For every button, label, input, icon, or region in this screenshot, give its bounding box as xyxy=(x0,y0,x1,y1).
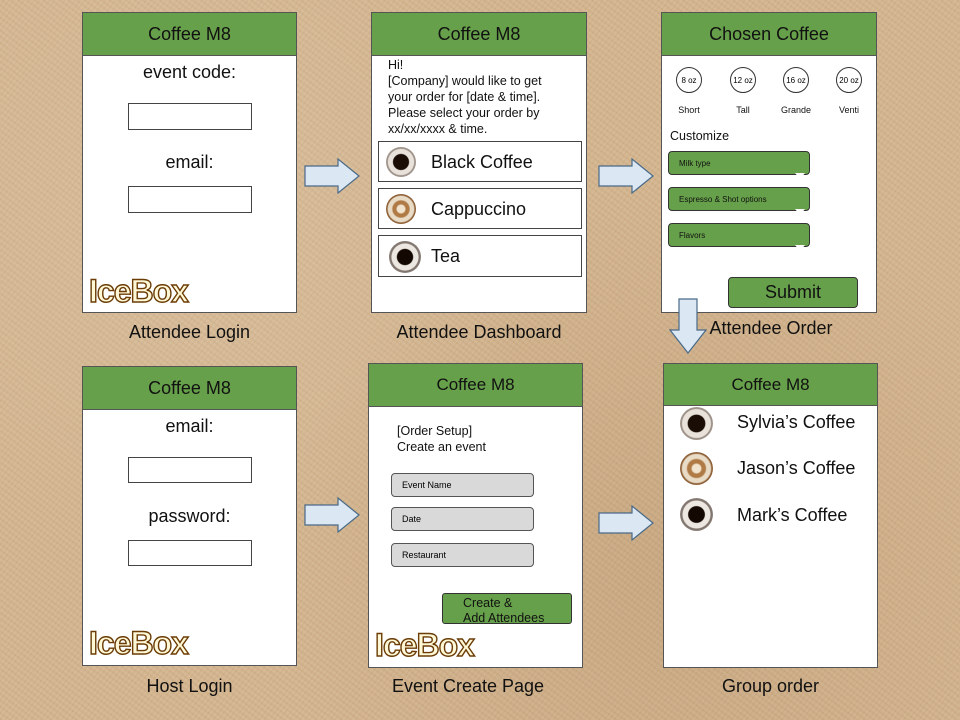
menu-item-black-coffee[interactable]: Black Coffee xyxy=(378,141,582,182)
size-20oz-button[interactable]: 20 oz xyxy=(836,67,862,93)
espresso-options-dropdown[interactable]: Espresso & Shot options xyxy=(668,187,810,215)
app-header: Coffee M8 xyxy=(83,367,296,410)
size-name-label: Venti xyxy=(838,105,860,115)
attendee-order-screen: Chosen Coffee 8 oz 12 oz 16 oz 20 oz Sho… xyxy=(661,12,877,313)
size-8oz-button[interactable]: 8 oz xyxy=(676,67,702,93)
cappuccino-cup-icon xyxy=(680,452,713,485)
event-create-screen: Coffee M8 [Order Setup] Create an event … xyxy=(368,363,583,668)
menu-item-label: Cappuccino xyxy=(431,199,527,219)
message-line: Please select your order by xyxy=(388,106,540,120)
icebox-logo: IceBox xyxy=(88,624,189,661)
message-line: your order for [date & time]. xyxy=(388,90,541,104)
group-order-caption: Group order xyxy=(721,676,820,696)
email-label: email: xyxy=(165,152,214,172)
greeting-text: Hi! xyxy=(388,58,404,72)
menu-item-label: Black Coffee xyxy=(431,152,533,172)
email-input[interactable] xyxy=(128,457,252,483)
attendee-dashboard-caption: Attendee Dashboard xyxy=(396,322,562,342)
submit-button[interactable]: Submit xyxy=(728,277,858,308)
host-login-screen: Coffee M8 email: password: IceBox xyxy=(82,366,297,666)
flavors-dropdown[interactable]: Flavors xyxy=(668,223,810,251)
customize-label: Customize xyxy=(670,129,730,143)
field-placeholder: Date xyxy=(402,514,422,524)
password-label: password: xyxy=(148,506,231,526)
create-event-subheading: Create an event xyxy=(397,440,486,454)
size-oz-label: 12 oz xyxy=(733,75,753,85)
order-header: Chosen Coffee xyxy=(662,13,876,56)
message-line: xx/xx/xxxx & time. xyxy=(388,122,488,136)
date-input[interactable]: Date xyxy=(391,507,534,531)
attendee-login-screen: Coffee M8 event code: email: IceBox xyxy=(82,12,297,313)
app-header: Coffee M8 xyxy=(372,13,586,56)
dashboard-message: Hi! [Company] would like to get your ord… xyxy=(388,57,542,137)
host-login-caption: Host Login xyxy=(146,676,233,696)
size-16oz-button[interactable]: 16 oz xyxy=(783,67,809,93)
app-title: Coffee M8 xyxy=(148,23,231,44)
app-title: Coffee M8 xyxy=(437,23,521,44)
button-label-line: Create & xyxy=(463,596,513,610)
attendee-order-caption: Attendee Order xyxy=(709,318,833,338)
menu-item-cappuccino[interactable]: Cappuccino xyxy=(378,188,582,229)
app-header: Coffee M8 xyxy=(369,364,582,407)
tea-cup-icon xyxy=(680,498,713,531)
size-oz-label: 20 oz xyxy=(839,75,859,85)
dropdown-label: Flavors xyxy=(679,230,706,240)
size-oz-label: 8 oz xyxy=(681,75,697,85)
milk-type-dropdown[interactable]: Milk type xyxy=(668,151,810,179)
order-setup-heading: [Order Setup] xyxy=(397,424,473,438)
app-header: Coffee M8 xyxy=(83,13,296,56)
arrow-right-icon xyxy=(598,505,654,541)
attendee-login-caption: Attendee Login xyxy=(128,322,251,342)
menu-item-label: Tea xyxy=(431,246,461,266)
group-order-screen: Coffee M8 Sylvia’s Coffee Jason’s Coffee… xyxy=(663,363,878,668)
submit-label: Submit xyxy=(764,282,822,302)
icebox-logo: IceBox xyxy=(374,626,475,663)
menu-item-tea[interactable]: Tea xyxy=(378,235,582,277)
app-title: Coffee M8 xyxy=(148,377,231,398)
event-code-label: event code: xyxy=(142,62,237,82)
chevron-down-icon xyxy=(794,172,806,179)
restaurant-input[interactable]: Restaurant xyxy=(391,543,534,567)
group-order-item: Mark’s Coffee xyxy=(737,505,848,525)
dropdown-label: Milk type xyxy=(679,158,711,168)
create-add-attendees-button[interactable]: Create & Add Attendees xyxy=(442,593,572,625)
dropdown-label: Espresso & Shot options xyxy=(679,194,767,204)
field-placeholder: Event Name xyxy=(402,480,452,490)
password-input[interactable] xyxy=(128,540,252,566)
chevron-down-icon xyxy=(794,208,806,215)
field-placeholder: Restaurant xyxy=(402,550,447,560)
app-title: Coffee M8 xyxy=(436,375,515,394)
group-order-item: Sylvia’s Coffee xyxy=(737,412,856,432)
black-coffee-cup-icon xyxy=(386,147,416,177)
order-title: Chosen Coffee xyxy=(709,23,829,44)
arrow-down-icon xyxy=(669,298,707,354)
arrow-right-icon xyxy=(304,497,360,533)
arrow-right-icon xyxy=(598,158,654,194)
app-title: Coffee M8 xyxy=(731,374,810,394)
group-order-item: Jason’s Coffee xyxy=(737,458,856,478)
size-oz-label: 16 oz xyxy=(786,75,806,85)
message-line: [Company] would like to get xyxy=(388,74,542,88)
event-name-input[interactable]: Event Name xyxy=(391,473,534,497)
icebox-logo: IceBox xyxy=(88,272,189,309)
size-name-label: Short xyxy=(678,105,700,115)
app-header: Coffee M8 xyxy=(664,364,877,406)
size-name-label: Tall xyxy=(736,105,750,115)
button-label-line: Add Attendees xyxy=(463,611,545,625)
size-12oz-button[interactable]: 12 oz xyxy=(730,67,756,93)
black-coffee-cup-icon xyxy=(680,407,713,440)
email-label: email: xyxy=(165,416,214,436)
event-create-caption: Event Create Page xyxy=(391,676,545,696)
tea-cup-icon xyxy=(389,241,421,273)
email-input[interactable] xyxy=(128,186,252,213)
attendee-dashboard-screen: Coffee M8 Hi! [Company] would like to ge… xyxy=(371,12,587,313)
arrow-right-icon xyxy=(304,158,360,194)
event-code-input[interactable] xyxy=(128,103,252,130)
cappuccino-cup-icon xyxy=(386,194,416,224)
size-name-label: Grande xyxy=(780,105,812,115)
chevron-down-icon xyxy=(794,244,806,251)
